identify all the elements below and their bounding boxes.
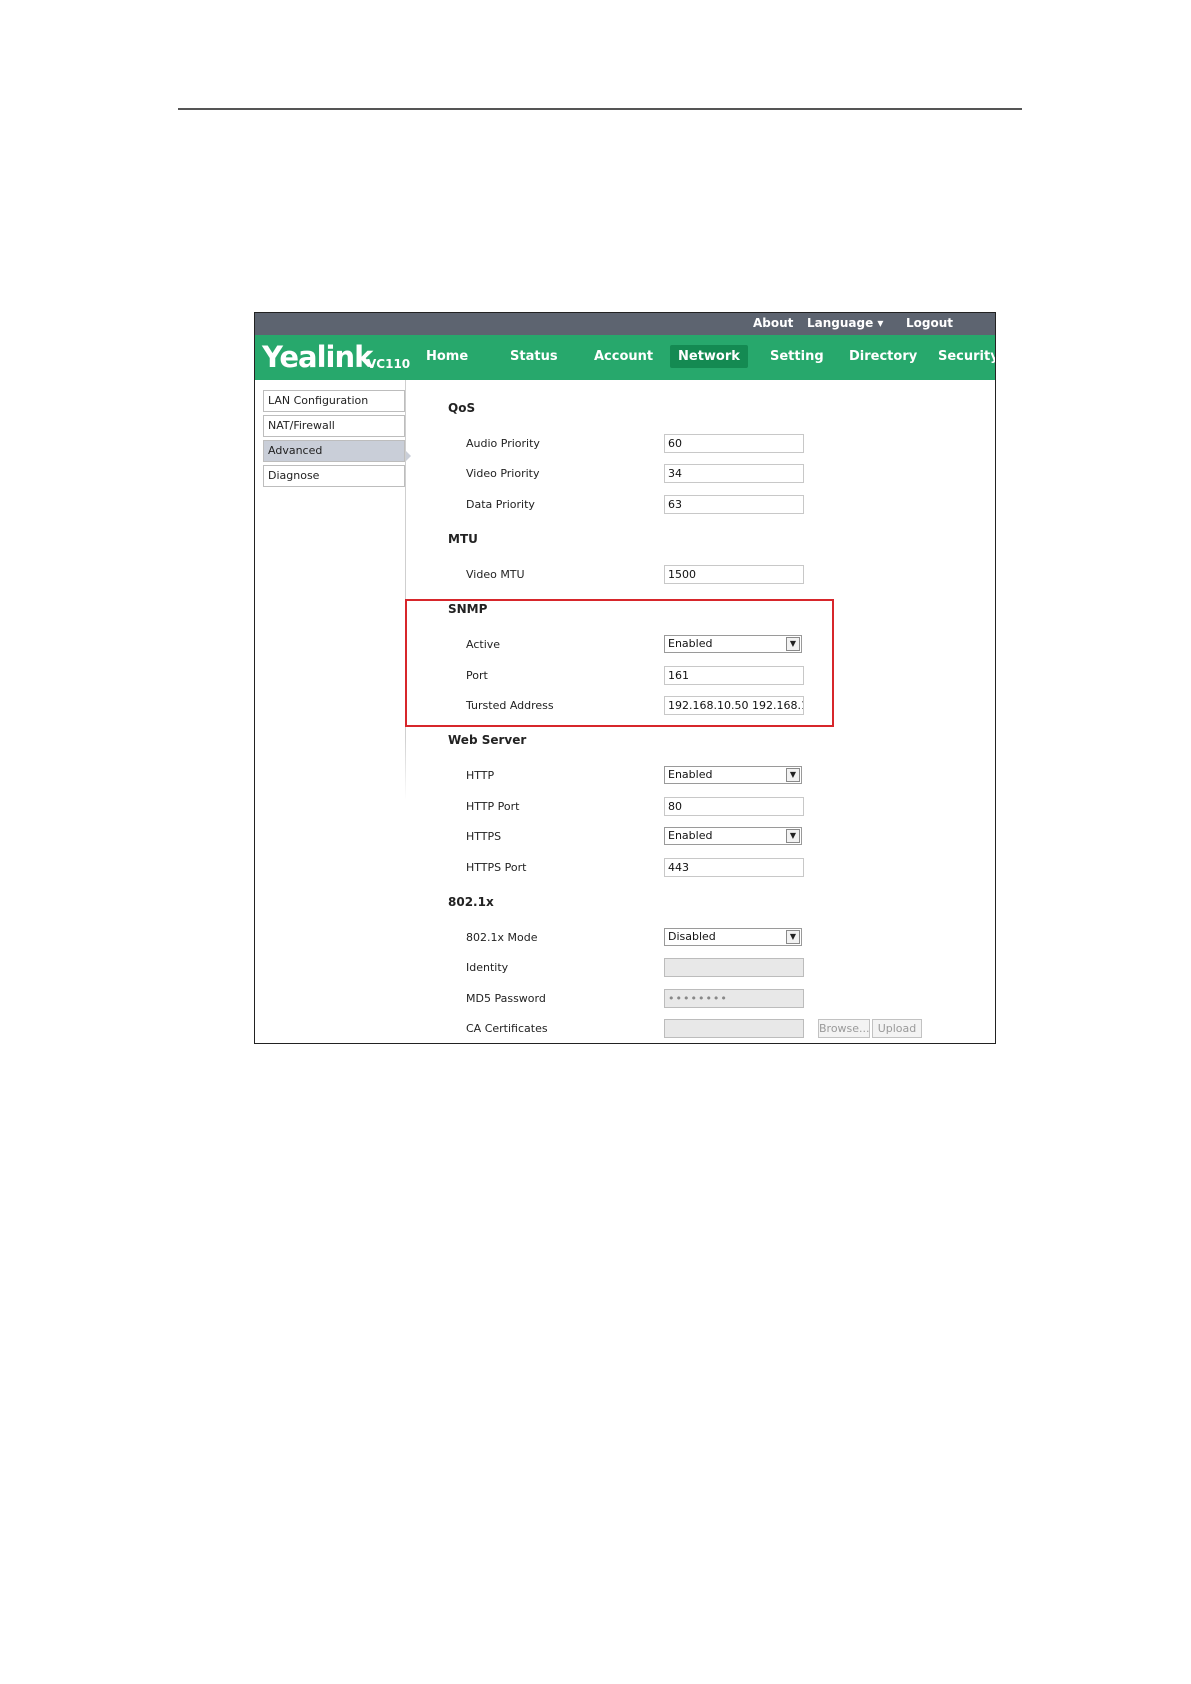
video-priority-label: Video Priority xyxy=(466,467,540,480)
upload-button[interactable]: Upload xyxy=(872,1019,922,1038)
chevron-down-icon[interactable]: ▼ xyxy=(786,637,800,651)
snmp-active-value: Enabled xyxy=(668,637,713,650)
about-link[interactable]: About xyxy=(753,316,793,330)
md5-password-input[interactable]: •••••••• xyxy=(664,989,804,1008)
video-priority-input[interactable]: 34 xyxy=(664,464,804,483)
sidebar-item-advanced[interactable]: Advanced xyxy=(263,440,405,462)
page-header-rule xyxy=(178,108,1022,110)
sidebar-item-lan-configuration[interactable]: LAN Configuration xyxy=(263,390,405,412)
chevron-down-icon[interactable]: ▼ xyxy=(786,768,800,782)
snmp-trusted-address-label: Tursted Address xyxy=(466,699,554,712)
https-label: HTTPS xyxy=(466,830,502,843)
snmp-port-label: Port xyxy=(466,669,488,682)
sidebar: LAN Configuration NAT/Firewall Advanced … xyxy=(255,380,411,1043)
ca-certificates-label: CA Certificates xyxy=(466,1022,548,1035)
http-value: Enabled xyxy=(668,768,713,781)
snmp-port-input[interactable]: 161 xyxy=(664,666,804,685)
dot1x-mode-label: 802.1x Mode xyxy=(466,931,538,944)
nav-tab-network[interactable]: Network xyxy=(670,345,748,368)
snmp-active-select[interactable]: Enabled ▼ xyxy=(664,635,802,653)
data-priority-label: Data Priority xyxy=(466,498,535,511)
snmp-active-label: Active xyxy=(466,638,501,651)
browse-button[interactable]: Browse... xyxy=(818,1019,870,1038)
md5-password-label: MD5 Password xyxy=(466,992,546,1005)
nav-tab-security[interactable]: Security xyxy=(938,349,995,364)
https-value: Enabled xyxy=(668,829,713,842)
chevron-down-icon[interactable]: ▼ xyxy=(786,829,800,843)
sidebar-divider xyxy=(405,380,406,800)
logout-link[interactable]: Logout xyxy=(906,316,953,330)
chevron-down-icon[interactable]: ▼ xyxy=(786,930,800,944)
brand-logo: Yealink xyxy=(262,340,373,374)
section-title-web-server: Web Server xyxy=(448,733,527,747)
web-ui-screenshot: About Language ▾ Logout Yealink VC110 Ho… xyxy=(254,312,996,1044)
identity-label: Identity xyxy=(466,961,509,974)
nav-tab-directory[interactable]: Directory xyxy=(849,349,917,364)
http-select[interactable]: Enabled ▼ xyxy=(664,766,802,784)
brand-model: VC110 xyxy=(367,357,411,371)
https-port-input[interactable]: 443 xyxy=(664,858,804,877)
video-mtu-label: Video MTU xyxy=(466,568,525,581)
audio-priority-label: Audio Priority xyxy=(466,437,540,450)
dot1x-mode-select[interactable]: Disabled ▼ xyxy=(664,928,802,946)
https-select[interactable]: Enabled ▼ xyxy=(664,827,802,845)
nav-tab-account[interactable]: Account xyxy=(594,349,653,364)
http-label: HTTP xyxy=(466,769,495,782)
sidebar-item-nat-firewall[interactable]: NAT/Firewall xyxy=(263,415,405,437)
top-bar: About Language ▾ Logout xyxy=(255,313,995,335)
nav-tab-home[interactable]: Home xyxy=(426,349,468,364)
sidebar-item-diagnose[interactable]: Diagnose xyxy=(263,465,405,487)
video-mtu-input[interactable]: 1500 xyxy=(664,565,804,584)
section-title-802-1x: 802.1x xyxy=(448,895,494,909)
http-port-input[interactable]: 80 xyxy=(664,797,804,816)
https-port-label: HTTPS Port xyxy=(466,861,527,874)
ca-certificates-input[interactable] xyxy=(664,1019,804,1038)
dot1x-mode-value: Disabled xyxy=(668,930,716,943)
nav-tab-setting[interactable]: Setting xyxy=(770,349,824,364)
section-title-snmp: SNMP xyxy=(448,602,488,616)
language-dropdown[interactable]: Language ▾ xyxy=(807,316,883,330)
main-nav: Yealink VC110 Home Status Account Networ… xyxy=(255,335,995,380)
snmp-trusted-address-input[interactable]: 192.168.10.50 192.168.1.3 xyxy=(664,696,804,715)
data-priority-input[interactable]: 63 xyxy=(664,495,804,514)
http-port-label: HTTP Port xyxy=(466,800,520,813)
section-title-qos: QoS xyxy=(448,401,476,415)
section-title-mtu: MTU xyxy=(448,532,478,546)
identity-input[interactable] xyxy=(664,958,804,977)
audio-priority-input[interactable]: 60 xyxy=(664,434,804,453)
nav-tab-status[interactable]: Status xyxy=(510,349,558,364)
